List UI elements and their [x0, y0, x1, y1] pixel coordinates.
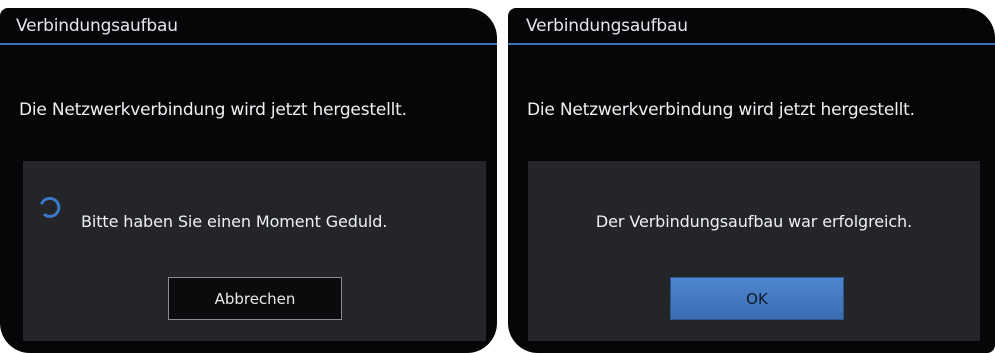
dialog-message: Die Netzwerkverbindung wird jetzt herges… [19, 100, 407, 120]
status-box: Der Verbindungsaufbau war erfolgreich. O… [528, 161, 980, 341]
dialog-title: Verbindungsaufbau [526, 16, 688, 36]
dialog-title: Verbindungsaufbau [16, 16, 178, 36]
status-text: Bitte haben Sie einen Moment Geduld. [81, 212, 388, 231]
ok-button[interactable]: OK [670, 277, 844, 320]
spinner-icon [40, 196, 61, 218]
dialog-titlebar: Verbindungsaufbau [0, 8, 497, 45]
status-text: Der Verbindungsaufbau war erfolgreich. [595, 212, 913, 231]
status-box: Bitte haben Sie einen Moment Geduld. Abb… [23, 161, 486, 341]
dialog-success: Verbindungsaufbau Die Netzwerkverbindung… [508, 8, 995, 353]
dialog-titlebar: Verbindungsaufbau [508, 8, 995, 45]
dialog-message: Die Netzwerkverbindung wird jetzt herges… [527, 100, 915, 120]
cancel-button[interactable]: Abbrechen [168, 277, 342, 320]
dialog-connecting: Verbindungsaufbau Die Netzwerkverbindung… [0, 8, 497, 353]
